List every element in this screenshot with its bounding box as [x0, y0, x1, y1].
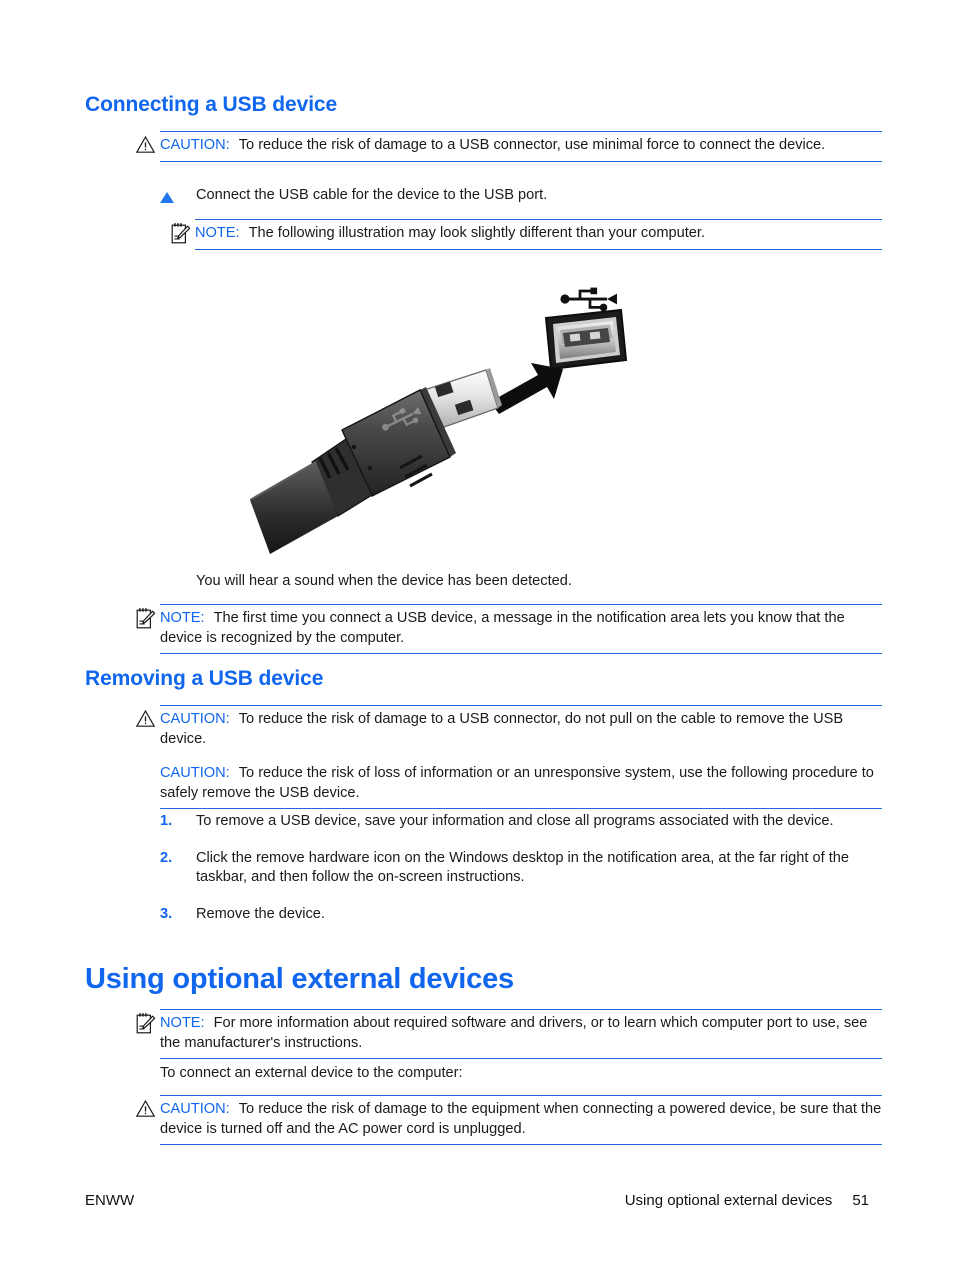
list-item: 3. Remove the device. [160, 905, 890, 925]
figure-caption-text: You will hear a sound when the device ha… [196, 573, 572, 589]
caution-body: To reduce the risk of damage to the equi… [160, 1101, 882, 1137]
note-pad-icon [170, 222, 191, 245]
caution-body: To reduce the risk of damage to a USB co… [238, 137, 826, 153]
page-number: 51 [852, 1192, 869, 1209]
list-item: 1. To remove a USB device, save your inf… [160, 812, 890, 832]
caution-triangle-icon [135, 709, 156, 727]
insertion-arrow-icon [490, 363, 563, 414]
usb-connection-illustration [249, 272, 650, 562]
usb-symbol-icon [560, 287, 617, 312]
note-body: For more information about required soft… [160, 1015, 868, 1051]
triangle-bullet-icon [160, 192, 174, 203]
caution-text: CAUTION: To reduce the risk of damage to … [160, 706, 882, 754]
footer-title-text: Using optional external devices [624, 1192, 833, 1209]
list-item-text: To remove a USB device, save your inform… [196, 813, 834, 829]
caution-label: CAUTION: [160, 1101, 230, 1117]
document-page: Connecting a USB device CAUTION: To reduc… [0, 0, 954, 1270]
note-block-external-devices: NOTE: For more information about required… [136, 1009, 882, 1059]
note-label: NOTE: [195, 225, 240, 241]
footer-locale-code: ENWW [85, 1192, 135, 1209]
caution-text-secondary: CAUTION: To reduce the risk of loss of in… [160, 754, 882, 808]
external-device-intro-text: To connect an external device to the com… [160, 1065, 463, 1081]
caution-triangle-icon [135, 1099, 156, 1117]
caution-block-external-devices: CAUTION: To reduce the risk of damage to … [135, 1095, 882, 1145]
note-block-first-connect: NOTE: The first time you connect a USB de… [136, 604, 882, 654]
note-block-illustration: NOTE: The following illustration may look… [171, 219, 882, 250]
procedure-step-connect: Connect the USB cable for the device to … [160, 186, 760, 210]
list-item-number: 1. [160, 813, 173, 829]
note-text: NOTE: For more information about required… [160, 1010, 882, 1058]
procedure-step-text: Connect the USB cable for the device to … [196, 187, 548, 203]
heading-using-optional-external-devices: Using optional external devices [85, 963, 514, 995]
note-text: NOTE: The first time you connect a USB de… [160, 605, 882, 653]
note-body: The first time you connect a USB device,… [160, 610, 845, 646]
usb-port-receptacle [544, 308, 628, 371]
caution-block-connecting: CAUTION: To reduce the risk of damage to … [135, 131, 882, 162]
caution-triangle-icon [135, 135, 156, 153]
caution-label: CAUTION: [160, 711, 230, 727]
note-pad-icon [135, 1012, 156, 1035]
footer-section-title: Using optional external devices 51 [625, 1192, 869, 1209]
list-item-number: 2. [160, 849, 173, 866]
note-text: NOTE: The following illustration may look… [195, 220, 882, 249]
list-item-number: 3. [160, 905, 173, 922]
list-item: 2. Click the remove hardware icon on the… [160, 849, 890, 888]
note-body: The following illustration may look slig… [248, 225, 706, 241]
list-item-text: Click the remove hardware icon on the Wi… [196, 849, 850, 886]
caution-text: CAUTION: To reduce the risk of damage to … [160, 1096, 882, 1144]
caution-text: CAUTION: To reduce the risk of damage to … [160, 132, 882, 161]
list-item-text: Remove the device. [196, 905, 325, 922]
caution-block-removing: CAUTION: To reduce the risk of damage to … [135, 705, 882, 809]
note-label: NOTE: [160, 1015, 205, 1031]
caution-body: To reduce the risk of loss of informatio… [160, 765, 874, 801]
note-label: NOTE: [160, 610, 205, 626]
caution-label: CAUTION: [160, 765, 230, 781]
caution-label: CAUTION: [160, 137, 230, 153]
caution-body: To reduce the risk of damage to a USB co… [160, 711, 844, 747]
removal-steps-list: 1. To remove a USB device, save your inf… [160, 812, 890, 941]
heading-connecting-a-usb-device: Connecting a USB device [85, 93, 338, 116]
note-pad-icon [135, 607, 156, 630]
heading-removing-a-usb-device: Removing a USB device [85, 667, 324, 690]
